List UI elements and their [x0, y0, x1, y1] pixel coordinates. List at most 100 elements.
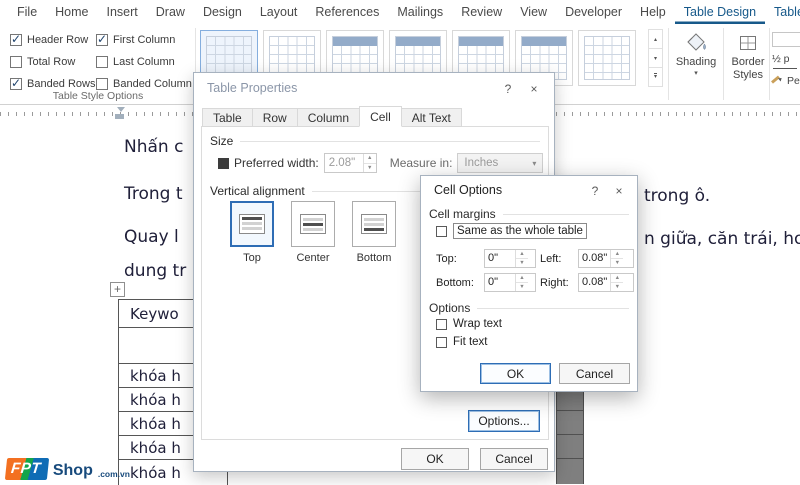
close-icon[interactable]: ×: [524, 80, 544, 98]
cell-options-dialog: Cell Options ? × Cell margins Same as th…: [420, 175, 638, 392]
menu-tab-file[interactable]: File: [8, 0, 46, 24]
spinner-down-icon[interactable]: ▼: [516, 259, 528, 267]
tab-table[interactable]: Table: [202, 108, 253, 127]
wrap-text-checkbox[interactable]: Wrap text: [436, 318, 502, 330]
checkbox-label: Total Row: [27, 56, 76, 68]
gallery-more-icon[interactable]: ▾: [648, 67, 663, 87]
word-window: File Home Insert Draw Design Layout Refe…: [0, 0, 800, 485]
gallery-scroll-down-icon[interactable]: ▾: [648, 48, 663, 68]
margin-label: Right:: [540, 276, 569, 289]
tab-cell[interactable]: Cell: [359, 106, 402, 127]
pen-weight-dropdown[interactable]: ½ p: [772, 53, 800, 65]
spinner-down-icon[interactable]: ▼: [516, 283, 528, 291]
checkbox-icon: [96, 32, 108, 46]
vertical-align-center-option[interactable]: Center: [289, 201, 337, 264]
left-margin-spinner[interactable]: 0.08" ▲ ▼: [578, 249, 634, 268]
spinner-down-icon[interactable]: ▼: [364, 164, 376, 173]
align-center-icon: [300, 214, 326, 234]
align-option-label: Top: [243, 252, 261, 264]
indent-marker-icon[interactable]: [117, 107, 125, 112]
document-text-fragment: trong ô.: [644, 186, 711, 206]
menu-tab-table-design[interactable]: Table Design: [675, 0, 765, 24]
options-button[interactable]: Options...: [468, 410, 540, 432]
dropdown-value: Inches: [464, 157, 499, 169]
gallery-scroll-up-icon[interactable]: ▴: [648, 29, 663, 49]
line-style-dropdown[interactable]: [772, 32, 800, 47]
tab-row[interactable]: Row: [251, 108, 298, 127]
document-text-fragment: Trong t: [124, 184, 183, 204]
spinner-up-icon[interactable]: ▲: [611, 274, 624, 283]
menu-tab-references[interactable]: References: [306, 0, 388, 24]
ribbon-separator: [668, 28, 669, 100]
vertical-alignment-options: Top Center Bottom: [228, 201, 398, 264]
menu-tab-help[interactable]: Help: [631, 0, 675, 24]
border-styles-button[interactable]: Border Styles: [727, 30, 769, 82]
same-as-table-checkbox[interactable]: Same as the whole table: [436, 223, 587, 239]
spinner-buttons: ▲ ▼: [610, 274, 624, 291]
spinner-up-icon[interactable]: ▲: [516, 274, 528, 283]
menu-tab-home[interactable]: Home: [46, 0, 97, 24]
border-styles-label-2: Styles: [733, 69, 763, 81]
close-icon[interactable]: ×: [609, 182, 629, 200]
menu-tab-design[interactable]: Design: [194, 0, 251, 24]
spinner-up-icon[interactable]: ▲: [363, 154, 376, 164]
spinner-down-icon[interactable]: ▼: [611, 283, 623, 291]
preferred-width-checkbox[interactable]: [218, 157, 229, 169]
bottom-margin-spinner[interactable]: 0" ▲ ▼: [484, 273, 536, 292]
spinner-down-icon[interactable]: ▼: [611, 259, 623, 267]
help-icon[interactable]: ?: [498, 80, 518, 98]
dialog-tabs: Table Row Column Cell Alt Text: [202, 106, 462, 127]
align-option-label: Bottom: [356, 252, 392, 264]
menu-tab-layout[interactable]: Layout: [251, 0, 307, 24]
menu-tab-insert[interactable]: Insert: [98, 0, 147, 24]
help-icon[interactable]: ?: [585, 182, 605, 200]
right-margin-spinner[interactable]: 0.08" ▲ ▼: [578, 273, 634, 292]
checkbox-icon: [96, 56, 108, 68]
banded-column-checkbox[interactable]: Banded Column: [96, 78, 194, 90]
shading-button[interactable]: Shading ▾: [672, 30, 720, 78]
menu-tab-mailings[interactable]: Mailings: [388, 0, 452, 24]
horizontal-ruler[interactable]: [556, 106, 800, 122]
ok-button[interactable]: OK: [401, 448, 469, 470]
tab-alt-text[interactable]: Alt Text: [400, 108, 462, 127]
menu-tab-review[interactable]: Review: [452, 0, 511, 24]
pen-color-button[interactable]: Pe: [772, 75, 800, 87]
cell-margins-group: Cell margins: [429, 207, 629, 221]
vertical-align-top-option[interactable]: Top: [228, 201, 276, 264]
options-group: Options: [429, 301, 629, 315]
table-move-handle-icon[interactable]: [110, 282, 125, 297]
measure-in-dropdown[interactable]: Inches ▾: [457, 153, 544, 173]
top-margin-spinner[interactable]: 0" ▲ ▼: [484, 249, 536, 268]
cell-margins-label: Cell margins: [429, 207, 496, 221]
header-row-checkbox[interactable]: Header Row: [10, 32, 96, 46]
menu-tab-developer[interactable]: Developer: [556, 0, 631, 24]
fit-text-checkbox[interactable]: Fit text: [436, 336, 488, 348]
gallery-scroll-buttons: ▴ ▾ ▾: [648, 29, 663, 87]
menu-tab-view[interactable]: View: [511, 0, 556, 24]
last-column-checkbox[interactable]: Last Column: [96, 56, 194, 68]
align-option-label: Center: [296, 252, 330, 264]
first-column-checkbox[interactable]: First Column: [96, 32, 194, 46]
horizontal-ruler[interactable]: [0, 106, 193, 122]
vertical-align-bottom-option[interactable]: Bottom: [350, 201, 398, 264]
menu-tab-table-layout[interactable]: Table Layout: [765, 0, 800, 24]
dialog-title: Table Properties: [207, 81, 298, 95]
cancel-button[interactable]: Cancel: [559, 363, 630, 384]
preferred-width-label: Preferred width:: [234, 156, 319, 170]
dialog-title: Cell Options: [434, 183, 503, 197]
indent-marker-icon[interactable]: [115, 114, 124, 119]
checkbox-label: Last Column: [113, 56, 175, 68]
pen-color-label: Pe: [787, 75, 800, 87]
margin-label: Left:: [540, 252, 562, 265]
menu-tab-draw[interactable]: Draw: [147, 0, 194, 24]
tab-column[interactable]: Column: [296, 108, 361, 127]
ok-button[interactable]: OK: [480, 363, 551, 384]
spinner-up-icon[interactable]: ▲: [516, 250, 528, 259]
preferred-width-spinner[interactable]: 2.08" ▲ ▼: [323, 153, 377, 173]
cancel-button[interactable]: Cancel: [480, 448, 548, 470]
banded-rows-checkbox[interactable]: Banded Rows: [10, 76, 96, 90]
total-row-checkbox[interactable]: Total Row: [10, 56, 96, 68]
spinner-up-icon[interactable]: ▲: [611, 250, 624, 259]
table-style-thumbnail[interactable]: [578, 30, 636, 86]
align-top-icon: [239, 214, 265, 234]
